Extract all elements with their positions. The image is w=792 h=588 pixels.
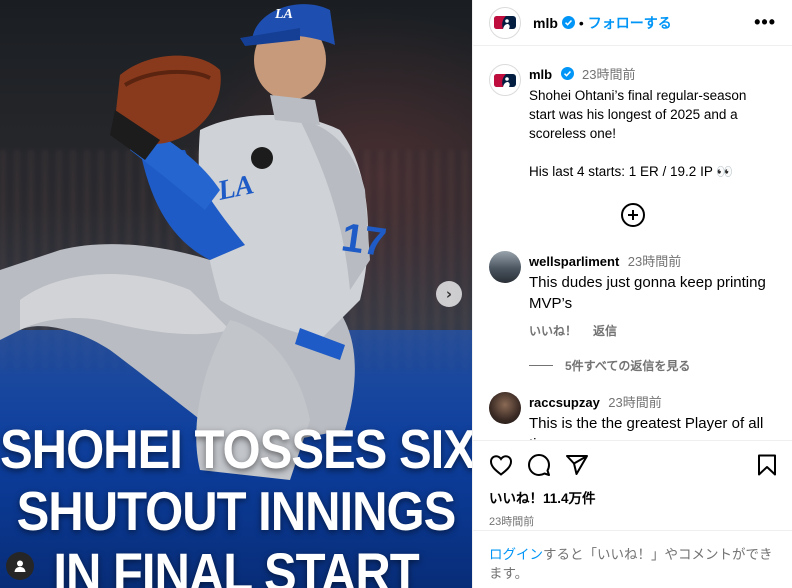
post-header: mlb • フォローする ••• (473, 0, 792, 46)
comment-text: This dudes just gonna keep printing MVP’… (529, 274, 766, 312)
tag-user-icon[interactable] (6, 552, 34, 580)
comment-item: raccsupzay 23時間前 This is the the greates… (489, 392, 777, 440)
comment-item: wellsparliment 23時間前 This dudes just gon… (489, 251, 777, 339)
more-icon[interactable]: ••• (754, 12, 776, 33)
mlb-logo-icon[interactable] (489, 6, 521, 39)
caption-time[interactable]: 23時間前 (582, 67, 635, 82)
comments-section[interactable]: mlb 23時間前 Shohei Ohtani’s final regular-… (473, 47, 792, 440)
replies-divider (529, 365, 553, 366)
post-time[interactable]: 23時間前 (489, 513, 777, 529)
view-replies-label: 5件すべての返信を見る (565, 359, 691, 373)
commenter-avatar[interactable] (489, 251, 521, 283)
header-username[interactable]: mlb (533, 15, 558, 31)
comment-time[interactable]: 23時間前 (608, 395, 661, 410)
caption-block: mlb 23時間前 Shohei Ohtani’s final regular-… (489, 64, 777, 181)
commenter-avatar[interactable] (489, 392, 521, 424)
view-replies-button[interactable]: 5件すべての返信を見る (529, 357, 777, 374)
svg-text:17: 17 (339, 215, 389, 265)
verified-icon (561, 16, 575, 29)
heart-icon[interactable] (489, 454, 513, 476)
post-actions: いいね！11.4万件 23時間前 (473, 440, 792, 529)
caption-text: Shohei Ohtani’s final regular-season sta… (529, 88, 747, 179)
caption-avatar[interactable] (489, 64, 521, 96)
follow-button[interactable]: フォローする (588, 13, 672, 33)
mlb-logo-icon (494, 73, 516, 87)
caption-username[interactable]: mlb (529, 67, 552, 82)
header-separator: • (578, 14, 584, 31)
comment-like-button[interactable]: いいね！ (529, 322, 577, 339)
post-sidebar: mlb • フォローする ••• mlb 23時間前 Shohei Ohtani… (472, 0, 792, 588)
bookmark-icon[interactable] (757, 454, 777, 476)
next-arrow-icon[interactable]: › (436, 281, 462, 307)
comment-text: This is the the greatest Player of all t… (529, 415, 764, 440)
add-comment-icon[interactable] (621, 203, 645, 227)
comment-reply-button[interactable]: 返信 (593, 322, 617, 339)
comment-icon[interactable] (527, 453, 551, 477)
comment-time[interactable]: 23時間前 (628, 254, 681, 269)
headline-line-3: IN FINAL START (53, 543, 419, 588)
comment-username[interactable]: wellsparliment (529, 254, 619, 269)
svg-text:LA: LA (274, 7, 293, 22)
post-image[interactable]: 17 LA LA SHOHEI TOSSES SIX SHUTOUT INNIN… (0, 0, 472, 588)
likes-count[interactable]: いいね！11.4万件 (489, 487, 777, 507)
verified-icon (560, 67, 574, 80)
login-link[interactable]: ログイン (489, 547, 543, 562)
comment-username[interactable]: raccsupzay (529, 395, 600, 410)
share-icon[interactable] (565, 454, 589, 476)
headline-line-2: SHUTOUT INNINGS (16, 481, 457, 543)
headline-line-1: SHOHEI TOSSES SIX (0, 420, 472, 481)
post-headline: SHOHEI TOSSES SIX SHUTOUT INNINGS IN FIN… (0, 420, 472, 588)
login-prompt: ログインすると「いいね！」やコメントができます。 (473, 530, 792, 588)
